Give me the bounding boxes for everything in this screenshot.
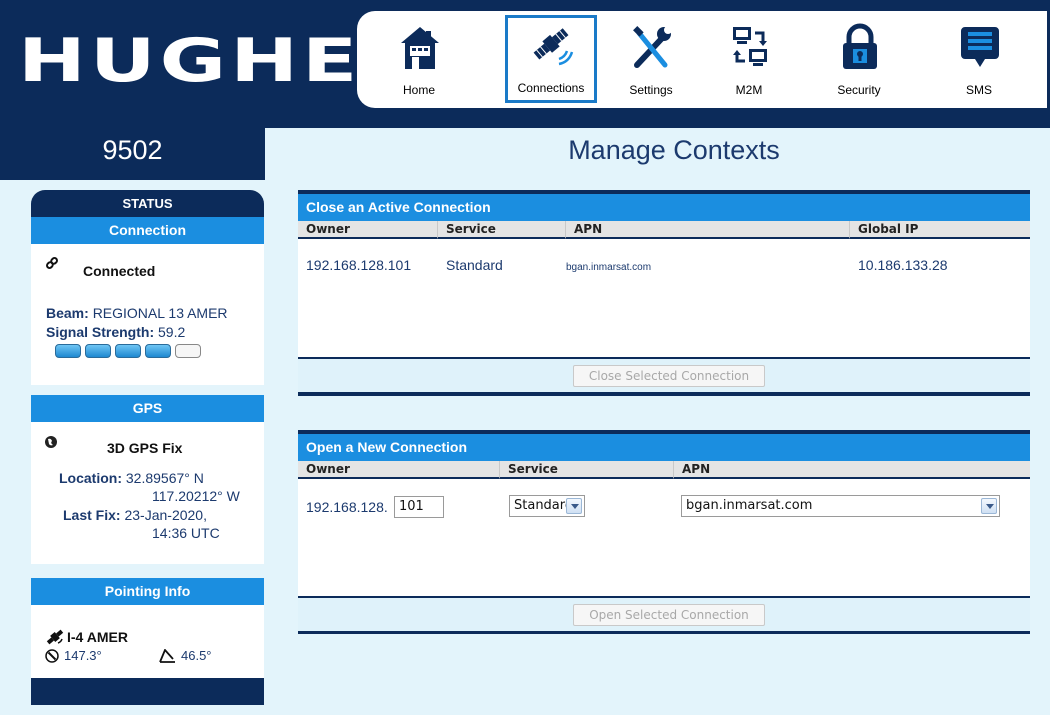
link-icon xyxy=(46,257,58,269)
nav-settings-label: Settings xyxy=(629,83,673,97)
new-connection-title: Open a New Connection xyxy=(298,430,1030,461)
service-selected: Standard xyxy=(514,498,574,513)
nav-sms-label: SMS xyxy=(965,83,992,97)
nav-settings[interactable]: Settings xyxy=(607,17,695,101)
message-icon xyxy=(961,27,999,67)
location-row: Location: 32.89567° N xyxy=(59,470,204,486)
connection-state: Connected xyxy=(83,263,156,279)
active-connection-panel: Close an Active Connection Owner Service… xyxy=(298,190,1030,396)
row-service: Standard xyxy=(446,257,503,273)
nav-connections-label: Connections xyxy=(517,81,585,95)
col-owner: Owner xyxy=(298,221,438,239)
last-fix-label: Last Fix: xyxy=(63,507,121,523)
new-connection-footer: Open Selected Connection xyxy=(298,596,1030,631)
nav-security[interactable]: Security xyxy=(815,17,903,101)
signal-label: Signal Strength: xyxy=(46,324,155,340)
compass-icon xyxy=(45,649,59,663)
new-col-apn: APN xyxy=(674,461,1030,479)
signal-bar xyxy=(145,344,171,358)
last-fix-row: Last Fix: 23-Jan-2020, xyxy=(63,507,207,523)
main-nav: Home Connections Settings M2M Security S… xyxy=(357,11,1047,108)
gps-state: 3D GPS Fix xyxy=(107,440,183,456)
active-connection-footer: Close Selected Connection xyxy=(298,357,1030,392)
connection-section-header: Connection xyxy=(31,217,264,244)
active-connection-title: Close an Active Connection xyxy=(298,190,1030,221)
apn-select[interactable]: bgan.inmarsat.com xyxy=(681,495,1000,517)
home-icon xyxy=(401,27,439,69)
row-owner: 192.168.128.101 xyxy=(306,257,412,273)
satellite-small-icon xyxy=(46,629,64,645)
azimuth-value: 147.3° xyxy=(64,648,102,663)
owner-prefix: 192.168.128. xyxy=(306,499,388,515)
device-model: 9502 xyxy=(102,135,163,165)
close-connection-button[interactable]: Close Selected Connection xyxy=(573,365,765,387)
elevation-icon xyxy=(159,649,175,663)
m2m-icon xyxy=(733,27,767,66)
beam-value: REGIONAL 13 AMER xyxy=(92,305,228,321)
nav-m2m-label: M2M xyxy=(735,83,763,97)
nav-security-label: Security xyxy=(837,83,881,97)
new-connection-panel: Open a New Connection Owner Service APN … xyxy=(298,430,1030,634)
tools-icon xyxy=(633,26,672,68)
nav-home[interactable]: Home xyxy=(375,17,463,101)
nav-home-label: Home xyxy=(402,83,435,97)
elevation-value: 46.5° xyxy=(181,648,212,663)
gps-section-header: GPS xyxy=(31,395,264,422)
satellite-name: I-4 AMER xyxy=(67,629,128,645)
location-label: Location: xyxy=(59,470,122,486)
nav-m2m[interactable]: M2M xyxy=(705,17,793,101)
beam-row: Beam: REGIONAL 13 AMER xyxy=(46,305,228,321)
col-global-ip: Global IP xyxy=(850,221,1030,239)
location-lon: 117.20212° W xyxy=(152,488,240,504)
signal-bar xyxy=(115,344,141,358)
col-apn: APN xyxy=(566,221,850,239)
header: HUGHES 9502 Manage Contexts Home Connect… xyxy=(0,0,1050,180)
col-service: Service xyxy=(438,221,566,239)
new-col-service: Service xyxy=(500,461,674,479)
owner-suffix-input[interactable]: 101 xyxy=(394,496,444,518)
location-lat: 32.89567° N xyxy=(125,470,204,486)
sidebar-footer xyxy=(31,678,264,705)
satellite-icon xyxy=(533,28,574,66)
pointing-section-header: Pointing Info xyxy=(31,578,264,605)
signal-bar xyxy=(55,344,81,358)
pointing-panel: I-4 AMER 147.3° 46.5° xyxy=(31,605,264,678)
status-header: STATUS xyxy=(31,190,264,217)
lock-icon xyxy=(843,23,877,69)
nav-sms[interactable]: SMS xyxy=(935,17,1023,101)
gps-panel: 3D GPS Fix Location: 32.89567° N 117.202… xyxy=(31,422,264,564)
signal-bar xyxy=(85,344,111,358)
last-fix-date: 23-Jan-2020, xyxy=(124,507,207,523)
status-sidebar: STATUS Connection Connected Beam: REGION… xyxy=(31,190,264,715)
row-global-ip: 10.186.133.28 xyxy=(858,257,948,273)
row-apn: bgan.inmarsat.com xyxy=(566,262,652,273)
page-title: Manage Contexts xyxy=(568,135,780,165)
open-connection-button[interactable]: Open Selected Connection xyxy=(573,604,765,626)
signal-row: Signal Strength: 59.2 xyxy=(46,324,185,340)
nav-connections[interactable]: Connections xyxy=(505,15,597,103)
new-col-owner: Owner xyxy=(298,461,500,479)
beam-label: Beam: xyxy=(46,305,89,321)
signal-value: 59.2 xyxy=(158,324,186,340)
last-fix-time: 14:36 UTC xyxy=(152,525,220,541)
signal-bar xyxy=(175,344,201,358)
connection-panel: Connected Beam: REGIONAL 13 AMER Signal … xyxy=(31,244,264,385)
chevron-down-icon xyxy=(566,498,582,514)
globe-icon xyxy=(45,436,57,448)
table-row[interactable]: 192.168.128.101 Standard bgan.inmarsat.c… xyxy=(298,241,1030,273)
apn-selected: bgan.inmarsat.com xyxy=(686,498,813,513)
service-select[interactable]: Standard xyxy=(509,495,585,517)
chevron-down-icon xyxy=(981,498,997,514)
